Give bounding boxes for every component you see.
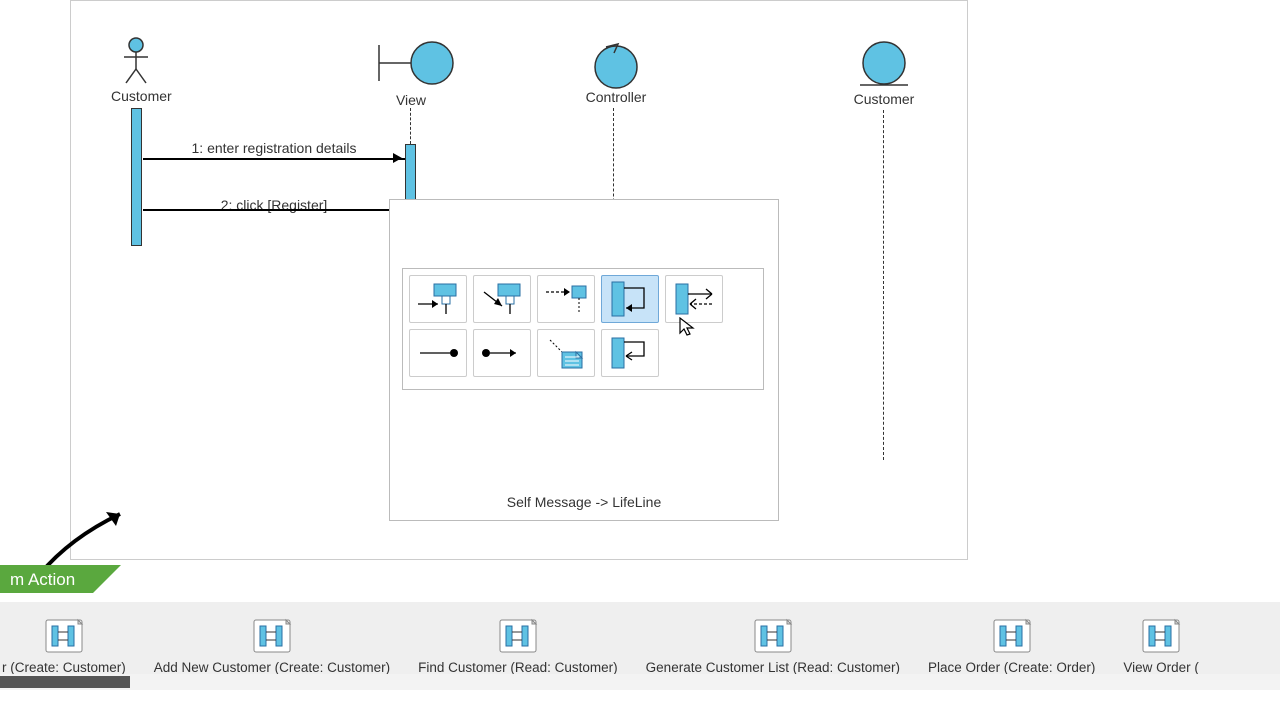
lifeline-view[interactable]: View [361,41,461,108]
sequence-diagram-icon [753,618,793,654]
action-label: Find Customer (Read: Customer) [418,660,618,675]
tool-palette [402,268,764,390]
sequence-diagram-icon [252,618,292,654]
action-banner: m Action [0,565,93,593]
horizontal-scrollbar[interactable] [0,674,1280,690]
action-item[interactable]: r (Create: Customer) [0,618,140,675]
sequence-diagram-icon [44,618,84,654]
action-label: Add New Customer (Create: Customer) [154,660,390,675]
actor-icon [120,37,152,85]
lifeline-label: Customer [849,91,919,107]
boundary-icon [361,41,461,89]
message-async-tool[interactable] [473,275,531,323]
self-message-tool[interactable] [601,275,659,323]
lifeline-customer-entity[interactable]: Customer [849,41,919,107]
entity-icon [856,41,912,91]
popup-hint-label: Self Message -> LifeLine [390,494,778,510]
action-item[interactable]: Place Order (Create: Order) [914,618,1109,675]
action-label: r (Create: Customer) [2,660,126,675]
action-label: Generate Customer List (Read: Customer) [646,660,900,675]
lifeline-label: Customer [111,88,161,104]
recursive-message-tool[interactable] [601,329,659,377]
cursor-icon [679,317,697,337]
action-item[interactable]: View Order ( [1109,618,1213,675]
message-arrow[interactable]: 2: click [Register] [143,197,405,211]
lifeline-dash [883,110,884,460]
sequence-diagram-icon [992,618,1032,654]
create-message-tool[interactable] [537,275,595,323]
action-label: View Order ( [1123,660,1199,675]
banner-label: m Action [10,570,75,589]
action-item[interactable]: Generate Customer List (Read: Customer) [632,618,914,675]
lifeline-controller[interactable]: Controller [581,41,651,105]
sequence-diagram-icon [498,618,538,654]
reply-message-tool[interactable] [665,275,723,323]
message-label: 2: click [Register] [143,197,405,213]
action-strip[interactable]: r (Create: Customer) Add New Customer (C… [0,602,1280,690]
action-item[interactable]: Find Customer (Read: Customer) [404,618,632,675]
lifeline-dash [410,108,411,144]
message-call-tool[interactable] [409,275,467,323]
sequence-diagram-icon [1141,618,1181,654]
lifeline-customer-actor[interactable]: Customer [111,37,161,104]
control-icon [588,41,644,89]
activation-bar[interactable] [131,108,142,246]
action-label: Place Order (Create: Order) [928,660,1095,675]
lifeline-label: View [361,92,461,108]
lost-message-tool[interactable] [473,329,531,377]
message-label: 1: enter registration details [143,140,405,156]
scrollbar-thumb[interactable] [0,676,130,688]
note-tool[interactable] [537,329,595,377]
action-item[interactable]: Add New Customer (Create: Customer) [140,618,404,675]
resource-catalog-popup[interactable]: Self Message -> LifeLine [389,199,779,521]
found-message-tool[interactable] [409,329,467,377]
diagram-canvas[interactable]: Customer View Controller Customer 1: ent… [70,0,968,560]
message-arrow[interactable]: 1: enter registration details [143,140,405,160]
lifeline-label: Controller [581,89,651,105]
